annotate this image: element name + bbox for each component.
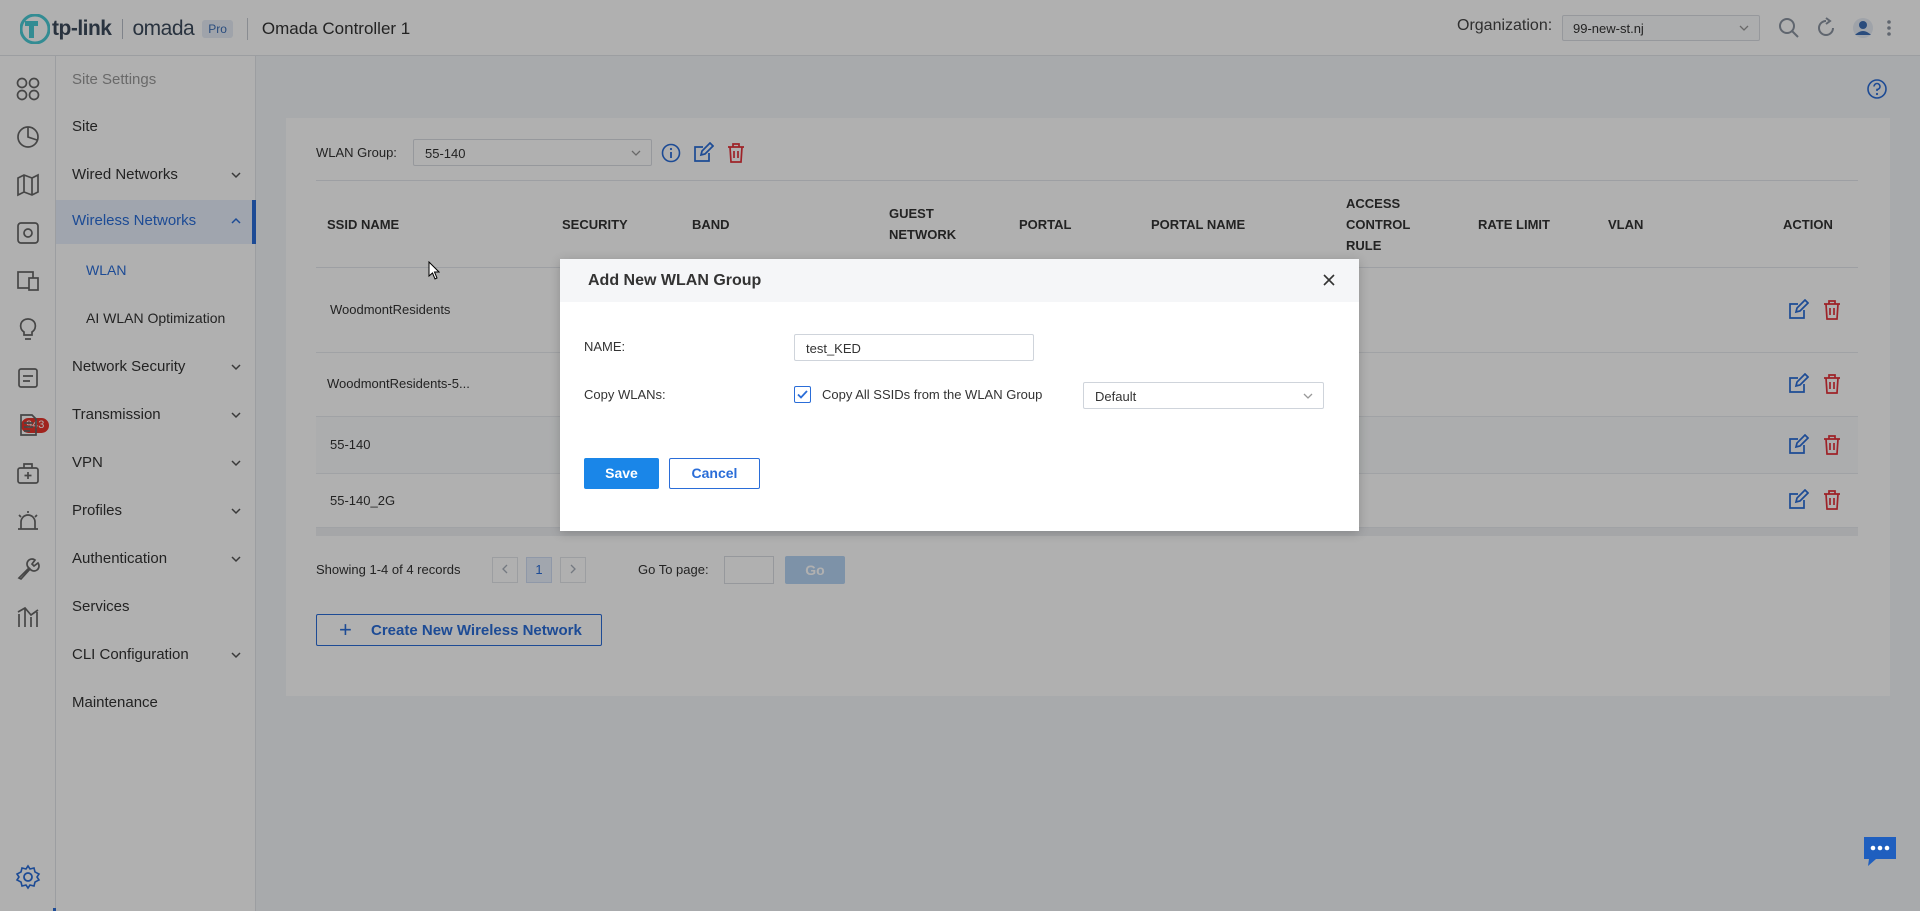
dialog-title: Add New WLAN Group — [588, 272, 762, 289]
cancel-button[interactable]: Cancel — [669, 458, 760, 489]
name-input[interactable]: test_KED — [794, 334, 1034, 361]
copy-source-select[interactable]: Default — [1083, 382, 1324, 409]
chat-icon[interactable] — [1862, 835, 1898, 867]
add-wlan-group-dialog: Add New WLAN Group NAME: test_KED Copy W… — [560, 259, 1359, 531]
copy-all-ssids-checkbox[interactable] — [794, 386, 811, 403]
copy-all-ssids-label[interactable]: Copy All SSIDs from the WLAN Group — [822, 387, 1042, 402]
chevron-down-icon — [1303, 393, 1313, 399]
dialog-header: Add New WLAN Group — [560, 259, 1359, 302]
mouse-cursor-icon — [428, 261, 440, 280]
save-button[interactable]: Save — [584, 458, 659, 489]
copy-wlans-label: Copy WLANs: — [584, 387, 666, 402]
copy-source-value: Default — [1095, 389, 1137, 404]
name-label: NAME: — [584, 339, 626, 354]
close-icon[interactable] — [1321, 272, 1337, 288]
name-input-value: test_KED — [806, 341, 861, 356]
checkmark-icon — [797, 390, 808, 399]
